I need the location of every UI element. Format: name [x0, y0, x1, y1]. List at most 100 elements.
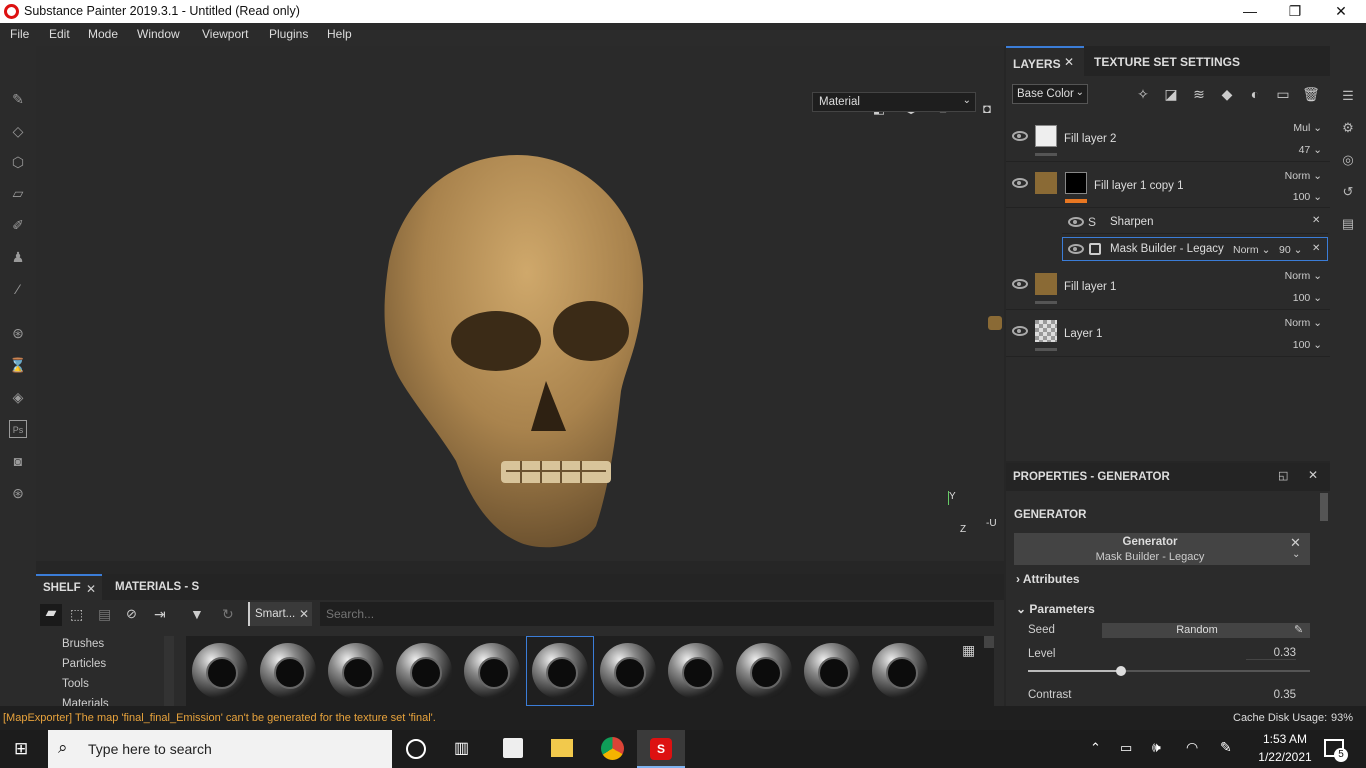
- wifi-icon[interactable]: ◠: [1186, 739, 1198, 756]
- visibility-eye-icon[interactable]: [1012, 131, 1028, 141]
- close-tab-icon[interactable]: ✕: [1064, 46, 1078, 76]
- history-icon[interactable]: ↺: [1339, 184, 1357, 202]
- remove-effect-icon[interactable]: ✕: [1312, 215, 1320, 226]
- smart-material-thumbnail[interactable]: [328, 643, 384, 699]
- bake-icon[interactable]: ⌛: [9, 356, 27, 374]
- menu-help[interactable]: Help: [327, 27, 352, 41]
- remove-filter-icon[interactable]: ✕: [299, 607, 309, 621]
- shelf-category-particles[interactable]: Particles: [62, 658, 106, 670]
- smart-material-thumbnail[interactable]: [532, 643, 588, 699]
- visibility-eye-icon[interactable]: [1068, 217, 1084, 227]
- close-panel-icon[interactable]: ✕: [1308, 468, 1318, 482]
- new-folder-icon[interactable]: ⬚: [70, 606, 83, 623]
- substance-source-icon[interactable]: ⊛: [9, 324, 27, 342]
- texture-set-thumbnail[interactable]: [988, 316, 1002, 330]
- blend-mode-dropdown[interactable]: Norm ⌄: [1285, 317, 1322, 329]
- substance-share-icon[interactable]: ⊛: [9, 484, 27, 502]
- menu-plugins[interactable]: Plugins: [269, 27, 308, 41]
- effect-row-sharpen[interactable]: S Sharpen ✕: [1062, 210, 1328, 234]
- category-scrollbar[interactable]: [164, 636, 174, 706]
- battery-icon[interactable]: ▭: [1120, 740, 1132, 756]
- color-picker-icon[interactable]: ⁄: [9, 280, 27, 298]
- menu-mode[interactable]: Mode: [88, 27, 118, 41]
- properties-scrollbar[interactable]: [1320, 493, 1328, 521]
- substance-painter-taskbar-button[interactable]: S: [637, 730, 685, 768]
- add-mask-icon[interactable]: ◪: [1162, 86, 1180, 102]
- shelf-category-brushes[interactable]: Brushes: [62, 638, 104, 650]
- layer-row[interactable]: Fill layer 1 copy 1 Norm ⌄ 100 ⌄: [1006, 162, 1330, 208]
- hide-icon[interactable]: ⊘: [126, 606, 137, 622]
- layer-row[interactable]: Fill layer 1 Norm ⌄ 100 ⌄: [1006, 264, 1330, 310]
- effect-row-mask-builder[interactable]: Mask Builder - Legacy Norm ⌄ 90 ⌄ ✕: [1062, 237, 1328, 261]
- visibility-eye-icon[interactable]: [1012, 178, 1028, 188]
- filter-chip[interactable]: Smart... ✕: [248, 602, 312, 626]
- maximize-button[interactable]: ❐: [1272, 0, 1318, 23]
- visibility-eye-icon[interactable]: [1012, 279, 1028, 289]
- task-view-icon[interactable]: ▥: [454, 738, 469, 758]
- attributes-toggle[interactable]: › Attributes: [1016, 572, 1080, 586]
- projection-icon[interactable]: ⬡: [9, 153, 27, 171]
- opacity-dropdown[interactable]: 90 ⌄: [1279, 244, 1302, 256]
- smart-material-thumbnail[interactable]: [464, 643, 520, 699]
- minimize-button[interactable]: —: [1227, 0, 1273, 23]
- menu-viewport[interactable]: Viewport: [202, 27, 248, 41]
- shelf-category-tools[interactable]: Tools: [62, 678, 89, 690]
- smart-material-thumbnail[interactable]: [260, 643, 316, 699]
- opacity-dropdown[interactable]: 100 ⌄: [1293, 292, 1322, 304]
- substance-icon[interactable]: ◈: [9, 388, 27, 406]
- tab-materials[interactable]: MATERIALS - S: [115, 581, 199, 593]
- blend-mode-dropdown[interactable]: Norm ⌄: [1285, 270, 1322, 282]
- layer-row[interactable]: Layer 1 Norm ⌄ 100 ⌄: [1006, 311, 1330, 357]
- remove-effect-icon[interactable]: ✕: [1312, 243, 1320, 254]
- smart-material-thumbnail[interactable]: [192, 643, 248, 699]
- photoshop-icon[interactable]: Ps: [9, 420, 27, 438]
- screenshot-icon[interactable]: ◙: [9, 452, 27, 470]
- import-icon[interactable]: ⇥: [154, 606, 166, 623]
- delete-layer-icon[interactable]: 🗑: [1302, 86, 1320, 102]
- reset-filter-icon[interactable]: ↻: [222, 606, 234, 623]
- show-hidden-icons-chevron-icon[interactable]: ⌃: [1090, 740, 1101, 756]
- add-folder-icon[interactable]: ▭: [1274, 86, 1292, 102]
- shelf-category-materials[interactable]: Materials: [62, 698, 109, 706]
- log-icon[interactable]: ▤: [1339, 216, 1357, 234]
- smudge-icon[interactable]: ✐: [9, 216, 27, 234]
- smart-material-thumbnail[interactable]: [396, 643, 452, 699]
- visibility-eye-icon[interactable]: [1068, 244, 1084, 254]
- level-slider-thumb[interactable]: [1116, 666, 1126, 676]
- blend-mode-dropdown[interactable]: Norm ⌄: [1285, 170, 1322, 182]
- float-panel-icon[interactable]: ◱: [1278, 469, 1288, 482]
- clock-time[interactable]: 1:53 AM: [1250, 732, 1320, 746]
- polygon-fill-icon[interactable]: ▱: [9, 184, 27, 202]
- screenshot-camera-icon[interactable]: ◘: [978, 101, 996, 117]
- paint-brush-icon[interactable]: ✎: [9, 90, 27, 108]
- tab-shelf[interactable]: SHELF ✕: [36, 574, 102, 600]
- menu-file[interactable]: File: [10, 27, 29, 41]
- display-settings-icon[interactable]: ◎: [1339, 152, 1357, 170]
- add-fill-layer-icon[interactable]: ◆: [1218, 86, 1236, 102]
- add-effect-icon[interactable]: ✧: [1134, 86, 1152, 102]
- clock-date[interactable]: 1/22/2021: [1250, 750, 1320, 764]
- opacity-dropdown[interactable]: 47 ⌄: [1299, 144, 1322, 156]
- smart-material-thumbnail[interactable]: [668, 643, 724, 699]
- windows-start-icon[interactable]: ⊞: [14, 740, 32, 758]
- shelf-scrollbar[interactable]: [984, 636, 994, 648]
- folder-icon[interactable]: ▰: [40, 604, 62, 626]
- smart-material-thumbnail[interactable]: [872, 643, 928, 699]
- eraser-icon[interactable]: ◇: [9, 122, 27, 140]
- close-tab-icon[interactable]: ✕: [86, 582, 96, 596]
- smart-material-thumbnail[interactable]: [804, 643, 860, 699]
- taskbar-search-box[interactable]: ⌕ Type here to search: [48, 730, 392, 768]
- close-button[interactable]: ✕: [1318, 0, 1364, 23]
- seed-random-button[interactable]: Random ✎: [1102, 623, 1310, 638]
- chevron-down-icon[interactable]: ⌄: [1292, 549, 1300, 560]
- shelf-search-input[interactable]: [320, 602, 994, 626]
- opacity-dropdown[interactable]: 100 ⌄: [1293, 191, 1322, 203]
- smart-material-thumbnail[interactable]: [600, 643, 656, 699]
- cortana-icon[interactable]: [406, 739, 426, 759]
- display-mode-dropdown[interactable]: Material ⌄: [812, 92, 976, 112]
- add-paint-layer-icon[interactable]: ◐: [1246, 86, 1264, 102]
- menu-window[interactable]: Window: [137, 27, 180, 41]
- channel-dropdown[interactable]: Base Color ⌄: [1012, 84, 1088, 104]
- filter-funnel-icon[interactable]: ▼: [190, 606, 204, 622]
- contrast-value[interactable]: 0.35: [1246, 689, 1296, 701]
